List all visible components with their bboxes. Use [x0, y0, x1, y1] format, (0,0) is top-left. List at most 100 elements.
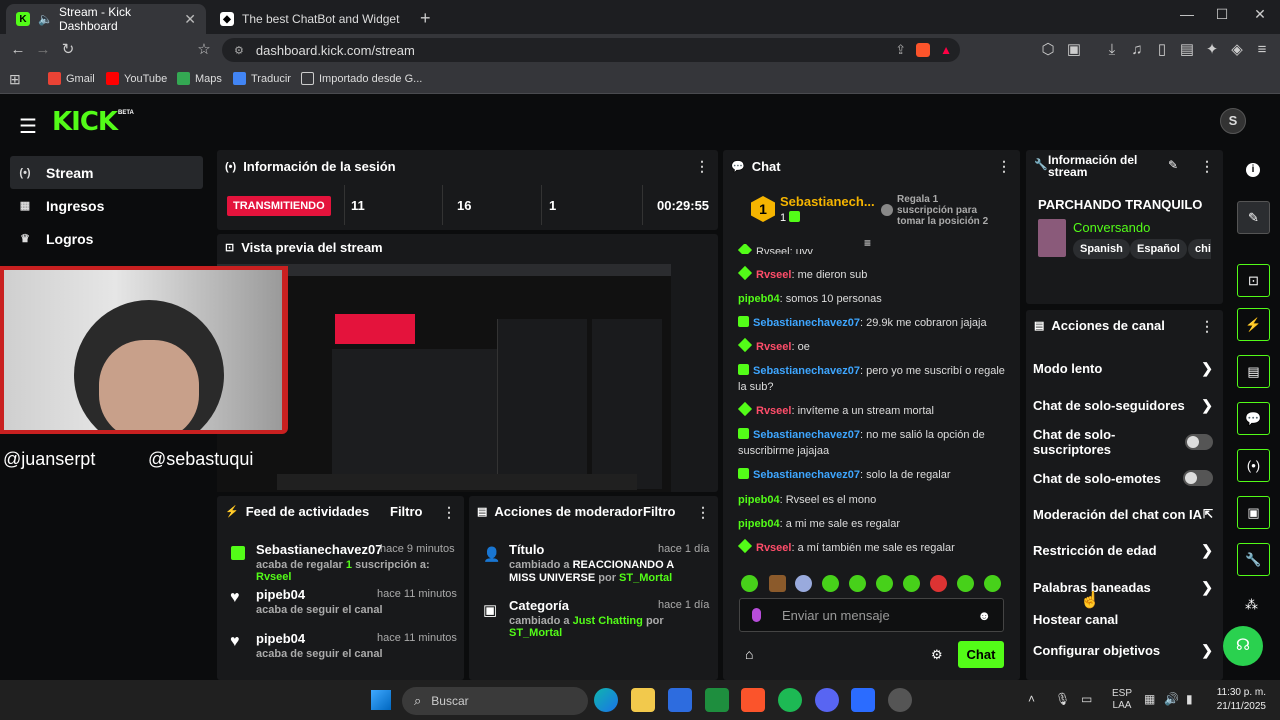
feed-user[interactable]: pipeb04: [256, 587, 305, 602]
edge-icon[interactable]: [594, 688, 618, 712]
emote-icon[interactable]: [876, 575, 893, 592]
chat-username[interactable]: pipeb04: [738, 293, 780, 305]
more-options-icon[interactable]: ⋮: [997, 158, 1011, 175]
session-rail-button[interactable]: (•): [1237, 449, 1270, 482]
chat-username[interactable]: Sebastianechavez07: [753, 429, 860, 441]
wallet-icon[interactable]: ▤: [1177, 40, 1197, 60]
stream-info-rail-button[interactable]: 🔧: [1237, 543, 1270, 576]
channel-actions-rail-button[interactable]: ▣: [1237, 496, 1270, 529]
extensions-icon[interactable]: ⬡: [1038, 40, 1058, 60]
back-icon[interactable]: ←: [8, 40, 28, 60]
chat-username[interactable]: Rvseel: [756, 341, 791, 353]
chat-username[interactable]: Sebastianechavez07: [753, 365, 860, 377]
support-headset-button[interactable]: ☊: [1223, 626, 1263, 666]
file-explorer-icon[interactable]: [631, 688, 655, 712]
new-tab-icon[interactable]: +: [420, 8, 431, 29]
apps-icon[interactable]: ⊞: [9, 71, 21, 88]
chat-rail-button[interactable]: 💬: [1237, 402, 1270, 435]
action-ai-moderation[interactable]: Moderación del chat con IA ⇱: [1033, 503, 1213, 525]
chat-username[interactable]: Sebastianechavez07: [753, 469, 860, 481]
mod-filter-button[interactable]: Filtro: [643, 504, 676, 519]
sidebar-item-stream[interactable]: (•) Stream: [10, 156, 203, 189]
more-options-icon[interactable]: ⋮: [695, 158, 709, 175]
tag[interactable]: Español: [1130, 239, 1187, 259]
emotes-only-toggle[interactable]: [1183, 470, 1213, 486]
chat-username[interactable]: Rvseel: [756, 405, 791, 417]
emote-icon[interactable]: [849, 575, 866, 592]
maximize-icon[interactable]: ☐: [1207, 6, 1237, 26]
emote-icon[interactable]: [769, 575, 786, 592]
address-bar[interactable]: ⚙ dashboard.kick.com/stream ⇪ ▲: [222, 38, 960, 62]
more-options-icon[interactable]: ⋮: [442, 504, 456, 521]
stream-category[interactable]: Conversando: [1073, 220, 1150, 235]
subscribers-only-toggle[interactable]: [1184, 434, 1213, 450]
chat-username[interactable]: Rvseel: [756, 542, 791, 554]
tab-kick-dashboard[interactable]: K 🔈 Stream - Kick Dashboard ✕: [6, 4, 206, 34]
menu-icon[interactable]: ≡: [1252, 40, 1272, 60]
bookmark-folder[interactable]: Importado desde G...: [301, 72, 422, 85]
chat-input[interactable]: Enviar un mensaje ☻: [739, 598, 1004, 632]
forward-icon[interactable]: →: [33, 40, 53, 60]
action-slow-mode[interactable]: Modo lento ❯: [1033, 357, 1213, 379]
close-tab-icon[interactable]: ✕: [184, 11, 196, 28]
activity-rail-button[interactable]: ⚡: [1237, 308, 1270, 341]
sidebar-item-logros[interactable]: ♛ Logros: [10, 222, 203, 255]
emote-icon[interactable]: [903, 575, 920, 592]
send-chat-button[interactable]: Chat: [958, 641, 1004, 668]
chat-username[interactable]: pipeb04: [738, 494, 780, 506]
kick-logo[interactable]: KICK: [52, 107, 118, 137]
emoji-icon[interactable]: ☻: [977, 608, 991, 623]
obs-icon[interactable]: [888, 688, 912, 712]
volume-icon[interactable]: 🔊: [1164, 692, 1179, 706]
feed-filter-button[interactable]: Filtro: [390, 504, 423, 519]
microphone-icon[interactable]: [752, 608, 761, 622]
leo-icon[interactable]: ✦: [1202, 40, 1222, 60]
action-host-channel[interactable]: Hostear canal: [1033, 608, 1213, 630]
edit-icon[interactable]: ✎: [1168, 158, 1178, 172]
tab-chatbot[interactable]: ◆ The best ChatBot and Widgets for Ki: [210, 4, 410, 34]
discord-icon[interactable]: [815, 688, 839, 712]
mod-actions-rail-button[interactable]: ▤: [1237, 355, 1270, 388]
close-window-icon[interactable]: ✕: [1245, 6, 1275, 26]
action-configure-goals[interactable]: Configurar objetivos ❯: [1033, 639, 1213, 661]
apps-rail-icon[interactable]: ⁂: [1245, 597, 1258, 613]
more-options-icon[interactable]: ⋮: [1200, 318, 1214, 335]
translate-icon[interactable]: ▣: [1064, 40, 1084, 60]
rewards-icon[interactable]: ▲: [940, 43, 952, 57]
action-age-restriction[interactable]: Restricción de edad ❯: [1033, 539, 1213, 561]
edit-rail-button[interactable]: ✎: [1237, 201, 1270, 234]
sidebar-icon[interactable]: ▯: [1152, 40, 1172, 60]
preview-rail-button[interactable]: ⊡: [1237, 264, 1270, 297]
brave-icon[interactable]: [741, 688, 765, 712]
info-icon[interactable]: i: [1246, 163, 1260, 177]
spotify-icon[interactable]: [778, 688, 802, 712]
tag[interactable]: chi: [1188, 239, 1211, 259]
emote-icon[interactable]: [984, 575, 1001, 592]
store-icon[interactable]: [668, 688, 692, 712]
user-avatar[interactable]: S: [1220, 108, 1246, 134]
language-indicator[interactable]: ESP LAA: [1112, 688, 1132, 712]
media-icon[interactable]: ♫: [1127, 40, 1147, 60]
action-followers-only[interactable]: Chat de solo-seguidores ❯: [1033, 394, 1213, 416]
bookmark-gmail[interactable]: Gmail: [48, 72, 95, 85]
taskbar-search[interactable]: ⌕ Buscar: [402, 687, 588, 715]
hamburger-menu-icon[interactable]: ☰: [19, 114, 37, 139]
emote-icon[interactable]: [822, 575, 839, 592]
tray-chevron-icon[interactable]: ˄: [1028, 692, 1035, 706]
chat-settings-icon[interactable]: ⚙: [931, 647, 943, 663]
windows-start-icon[interactable]: [371, 690, 391, 710]
emote-icon[interactable]: [795, 575, 812, 592]
action-banned-words[interactable]: Palabras baneadas ❯: [1033, 576, 1213, 598]
brave-shield-icon[interactable]: [916, 43, 931, 57]
bookmark-star-icon[interactable]: ☆: [194, 40, 214, 60]
mic-tray-icon[interactable]: 🎙: [1055, 692, 1070, 706]
roblox-icon[interactable]: [851, 688, 875, 712]
network-icon[interactable]: ▦: [1144, 692, 1155, 706]
store-icon[interactable]: ⌂: [745, 646, 753, 662]
bookmark-youtube[interactable]: YouTube: [106, 72, 167, 85]
taskbar-clock[interactable]: 11:30 p. m. 21/11/2025: [1208, 686, 1266, 714]
battery-status-icon[interactable]: ▮: [1186, 692, 1193, 706]
reload-icon[interactable]: ↻: [58, 40, 78, 60]
download-icon[interactable]: ⤓: [1102, 40, 1122, 60]
emote-icon[interactable]: [741, 575, 758, 592]
